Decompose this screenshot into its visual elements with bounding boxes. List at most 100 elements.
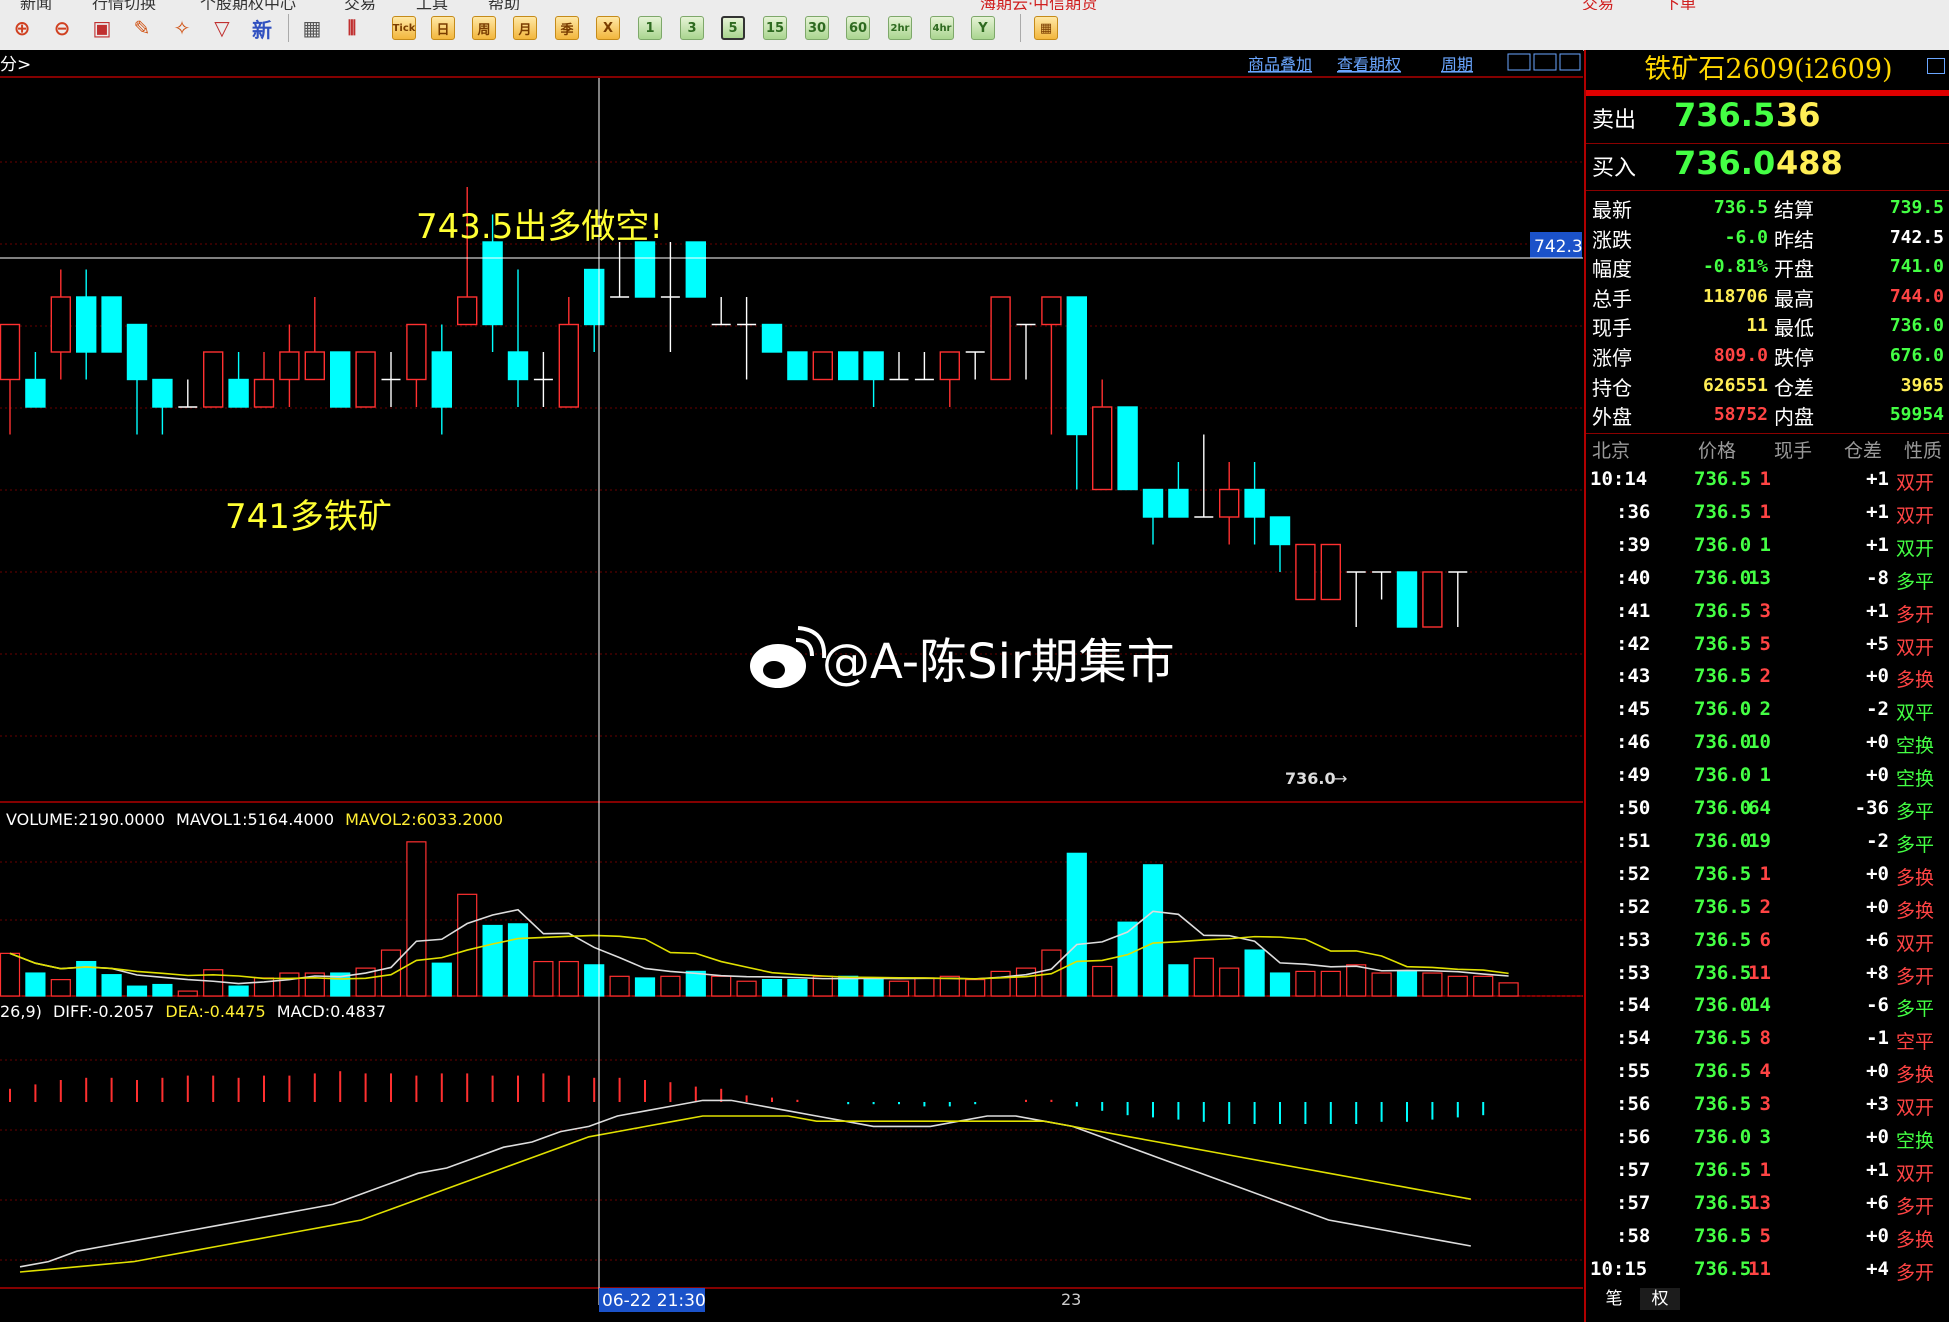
tick-type: 多换 <box>1896 900 1935 922</box>
tick-type: 多换 <box>1896 1065 1935 1087</box>
period-button-30[interactable]: 30 <box>805 16 829 40</box>
period-button-3[interactable]: 3 <box>680 16 704 40</box>
toolbar-separator <box>288 14 289 42</box>
menu-item[interactable]: 交易 <box>1582 0 1614 10</box>
tick-oi-change: +0 <box>1866 764 1889 787</box>
tick-volume: 10 <box>1748 731 1771 754</box>
volume-bar <box>50 978 71 997</box>
tick-price: 736.5 <box>1694 1191 1752 1214</box>
period-link[interactable]: 周期 <box>1441 55 1473 74</box>
tick-oi-change: +0 <box>1866 1060 1889 1083</box>
brush-icon[interactable]: ✧ <box>168 14 196 42</box>
chart-icon[interactable]: ⫴ <box>338 14 366 42</box>
volume-bar <box>1193 957 1214 997</box>
stat-label: 幅度 <box>1592 257 1632 282</box>
volume-bar <box>1498 982 1519 997</box>
product-overlay-link[interactable]: 商品叠加 <box>1248 55 1312 74</box>
candle-body <box>304 351 325 381</box>
maximize-icon[interactable] <box>1927 58 1945 74</box>
menu-item[interactable]: 交易 <box>344 0 376 10</box>
period-button-60[interactable]: 60 <box>846 16 870 40</box>
tick-type: 双开 <box>1896 1098 1935 1120</box>
kline-chart[interactable]: 分> 商品叠加 查看期权 周期 743.5出多做空! 741多铁矿 742.3 … <box>0 50 1583 1322</box>
period-button-4hr[interactable]: 4hr <box>930 16 954 40</box>
candle-body <box>939 351 960 381</box>
candle-body <box>1091 406 1113 491</box>
volume-bar <box>228 985 249 997</box>
tick-time: :52 <box>1616 862 1651 885</box>
period-button-1[interactable]: 1 <box>638 16 662 40</box>
zoom-out-icon[interactable]: ⊖ <box>48 14 76 42</box>
period-button-15[interactable]: 15 <box>763 16 787 40</box>
period-button-2hr[interactable]: 2hr <box>888 16 912 40</box>
stat-label: 持仓 <box>1592 375 1632 400</box>
volume-bar <box>203 969 224 997</box>
candle-body <box>1295 543 1316 601</box>
windows-icon[interactable]: ▣ <box>88 14 116 42</box>
sell-price: 736.5 <box>1674 96 1776 134</box>
tick-type: 空换 <box>1896 1131 1935 1152</box>
menu-item[interactable]: 海期云·中信期货 <box>980 0 1097 10</box>
tick-time: :54 <box>1616 994 1651 1017</box>
volume-bar <box>711 975 732 997</box>
tick-row: :52 736.5 1 +0 多换 <box>1586 863 1949 896</box>
candle-body <box>838 351 859 381</box>
tick-time: :41 <box>1616 599 1651 622</box>
tick-volume: 1 <box>1759 862 1771 885</box>
candle-body <box>1396 571 1418 628</box>
crosshair-time: 06-22 21:30 <box>602 1291 706 1311</box>
period-button-5[interactable]: 5 <box>721 16 745 40</box>
zoom-in-icon[interactable]: ⊕ <box>8 14 36 42</box>
volume-bar <box>660 975 681 997</box>
view-options-link[interactable]: 查看期权 <box>1337 55 1401 74</box>
period-button-季[interactable]: 季 <box>555 16 579 40</box>
tick-row: :57 736.5 1 +1 双开 <box>1586 1159 1949 1192</box>
stat-label: 外盘 <box>1592 405 1632 430</box>
candle-body <box>482 241 503 326</box>
period-button-月[interactable]: 月 <box>513 16 537 40</box>
tick-type: 多开 <box>1896 604 1935 626</box>
toolbar: 新闻 行情切换 个股期权中心 交易 工具 帮助 海期云·中信期货 交易 下单 ⊕ ⊖ ▣ ✎ ✧ ▽ 新 ▦ ⫴… <box>0 0 1949 51</box>
tick-row: :40 736.0 13 -8 多平 <box>1586 567 1949 600</box>
menu-item[interactable]: 新闻 <box>20 0 52 10</box>
volume-bar <box>965 978 986 997</box>
volume-bar <box>177 990 198 997</box>
stat-value: -0.81% <box>1702 256 1768 278</box>
tick-oi-change: +3 <box>1866 1093 1889 1116</box>
period-button-日[interactable]: 日 <box>431 16 455 40</box>
period-button-x[interactable]: X <box>596 16 620 40</box>
quote-panel: 铁矿石2609(i2609) 卖出 736.5 36 买入 736.0 488 … <box>1584 50 1949 1322</box>
menu-item[interactable]: 下单 <box>1664 0 1696 10</box>
menu-item[interactable]: 帮助 <box>488 0 520 10</box>
buy-price: 736.0 <box>1674 144 1776 182</box>
period-button-y[interactable]: Y <box>971 16 995 40</box>
tick-volume: 8 <box>1759 1027 1771 1050</box>
volume-bar <box>152 983 173 997</box>
tick-price: 736.0 <box>1694 533 1752 556</box>
tick-price: 736.0 <box>1694 994 1752 1017</box>
volume-bar <box>761 978 783 997</box>
tick-oi-change: +0 <box>1866 1126 1889 1148</box>
tick-type: 空换 <box>1896 736 1935 758</box>
tick-row: :56 736.0 3 +0 空换 <box>1586 1126 1949 1159</box>
volume-bar <box>1295 970 1316 997</box>
contract-title[interactable]: 铁矿石2609(i2609) <box>1586 50 1949 90</box>
calendar-icon[interactable]: ▦ <box>1034 16 1058 40</box>
menu-item[interactable]: 行情切换 <box>92 0 156 10</box>
period-button-周[interactable]: 周 <box>472 16 496 40</box>
tab-weights[interactable]: 权 <box>1640 1288 1680 1310</box>
period-button-tick[interactable]: Tick <box>392 16 416 40</box>
candle-body <box>202 351 224 408</box>
new-icon[interactable]: 新 <box>248 14 276 42</box>
filter-icon[interactable]: ▽ <box>208 14 236 42</box>
table-icon[interactable]: ▦ <box>298 14 326 42</box>
volume-bar <box>507 923 529 997</box>
menu-item[interactable]: 个股期权中心 <box>200 0 296 10</box>
buy-volume: 488 <box>1776 144 1843 182</box>
kline-chart-area[interactable]: 分> 商品叠加 查看期权 周期 743.5出多做空! 741多铁矿 742.3 … <box>0 50 1583 1322</box>
draw-icon[interactable]: ✎ <box>128 14 156 42</box>
tick-volume: 11 <box>1748 961 1771 984</box>
tab-trades[interactable]: 笔 <box>1594 1288 1634 1310</box>
sell-annotation: 743.5出多做空! <box>416 207 663 247</box>
menu-item[interactable]: 工具 <box>416 0 448 10</box>
